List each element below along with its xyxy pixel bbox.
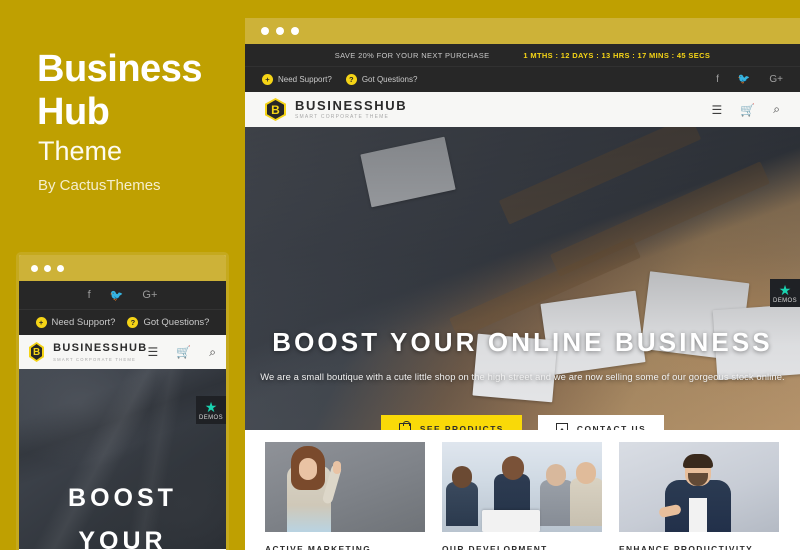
mobile-logo-text[interactable]: BUSINESSHUB SMART CORPORATE THEME xyxy=(53,342,147,362)
demos-badge[interactable]: ★ DEMOS xyxy=(196,396,226,424)
got-questions-label: Got Questions? xyxy=(361,75,418,84)
cart-icon[interactable]: 🛒 xyxy=(740,103,755,117)
mobile-mockup: f 🐦 G+ + Need Support? ? Got Questions? … xyxy=(16,252,229,550)
promo-title-line2: Hub xyxy=(37,91,110,133)
mobile-got-questions-link[interactable]: ? Got Questions? xyxy=(127,317,209,328)
shopping-bag-icon xyxy=(398,420,411,430)
mobile-need-support-label: Need Support? xyxy=(51,317,116,328)
feature-cards: ACTIVE MARKETING OUR DEVELOPMENT PROCESS xyxy=(245,430,800,550)
woman-pointing-photo xyxy=(265,442,425,532)
mobile-got-questions-label: Got Questions? xyxy=(143,317,210,328)
window-dot-minimize[interactable] xyxy=(276,27,284,35)
hero-subtitle: We are a small boutique with a cute litt… xyxy=(260,371,785,382)
hamburger-menu-icon[interactable]: ☰ xyxy=(712,103,723,117)
site-logo[interactable]: BUSINESSHUB SMART CORPORATE THEME xyxy=(295,99,407,120)
feature-card-title: ACTIVE MARKETING xyxy=(265,544,372,550)
question-icon: ? xyxy=(345,74,357,85)
contact-us-label: CONTACT US xyxy=(576,424,647,430)
need-support-link[interactable]: + Need Support? xyxy=(262,74,332,85)
see-products-label: SEE PRODUCTS xyxy=(419,424,504,430)
feature-card[interactable]: OUR DEVELOPMENT PROCESS xyxy=(442,442,602,550)
mobile-social-bar: f 🐦 G+ xyxy=(19,281,226,309)
feature-card[interactable]: ACTIVE MARKETING xyxy=(265,442,425,550)
window-dot-close[interactable] xyxy=(31,264,38,272)
promo-title-line1: Business xyxy=(37,48,202,90)
countdown-timer: 1 MTHS : 12 DAYS : 13 HRS : 17 MINS : 45… xyxy=(523,50,711,60)
feature-card-title: OUR DEVELOPMENT PROCESS xyxy=(442,544,548,550)
mobile-hero: ★ DEMOS BOOST YOUR xyxy=(19,369,226,550)
mobile-logo-tagline: SMART CORPORATE THEME xyxy=(53,357,136,362)
search-icon[interactable]: ⌕ xyxy=(209,345,216,360)
feature-card-title: ENHANCE PRODUCTIVITY xyxy=(619,544,754,550)
window-dot-minimize[interactable] xyxy=(44,264,51,272)
support-icon: + xyxy=(262,74,273,85)
browser-chrome xyxy=(245,16,800,44)
feature-card[interactable]: ENHANCE PRODUCTIVITY xyxy=(619,442,779,550)
mobile-navbar: B BUSINESSHUB SMART CORPORATE THEME ☰ 🛒 … xyxy=(19,335,226,369)
hero-overlay xyxy=(245,127,800,430)
facebook-icon[interactable]: f xyxy=(716,74,719,85)
twitter-icon[interactable]: 🐦 xyxy=(738,74,750,85)
hero-cta-group: SEE PRODUCTS CONTACT US xyxy=(245,415,800,430)
search-icon[interactable]: ⌕ xyxy=(773,102,780,117)
googleplus-icon[interactable]: G+ xyxy=(769,74,783,85)
mobile-hero-title-line2: YOUR xyxy=(78,527,167,550)
top-utility-bar: + Need Support? ? Got Questions? f 🐦 G+ xyxy=(245,66,800,92)
envelope-icon xyxy=(555,423,568,430)
hero-section: ★ DEMOS BOOST YOUR ONLINE BUSINESS We ar… xyxy=(245,127,800,430)
hamburger-menu-icon[interactable]: ☰ xyxy=(148,345,159,359)
window-dot-maximize[interactable] xyxy=(57,264,64,272)
support-links: + Need Support? ? Got Questions? xyxy=(262,74,417,85)
promo-offer-text: SAVE 20% FOR YOUR NEXT PURCHASE xyxy=(334,50,490,60)
window-dot-close[interactable] xyxy=(261,27,269,35)
mobile-nav-icons: ☰ 🛒 ⌕ xyxy=(148,345,216,360)
logo-mark-icon[interactable]: B xyxy=(29,342,45,362)
support-icon: + xyxy=(35,317,47,328)
got-questions-link[interactable]: ? Got Questions? xyxy=(345,74,418,85)
window-dot-maximize[interactable] xyxy=(291,27,299,35)
mobile-hero-title-line1: BOOST xyxy=(68,484,177,512)
star-icon: ★ xyxy=(204,399,218,415)
twitter-icon[interactable]: 🐦 xyxy=(110,289,124,302)
need-support-label: Need Support? xyxy=(278,75,332,84)
business-meeting-photo xyxy=(442,442,602,532)
contact-us-button[interactable]: CONTACT US xyxy=(537,415,665,430)
see-products-button[interactable]: SEE PRODUCTS xyxy=(380,415,522,430)
mobile-hero-title: BOOST YOUR xyxy=(19,477,226,550)
demos-badge[interactable]: ★ DEMOS xyxy=(770,279,800,307)
mobile-support-bar: + Need Support? ? Got Questions? xyxy=(19,309,226,335)
social-links: f 🐦 G+ xyxy=(716,74,783,85)
demos-badge-label: DEMOS xyxy=(198,415,223,421)
man-pointing-photo xyxy=(619,442,779,532)
mobile-browser-chrome xyxy=(19,255,226,281)
promo-subtitle: Theme xyxy=(38,136,123,166)
desktop-browser-mockup: SAVE 20% FOR YOUR NEXT PURCHASE 1 MTHS :… xyxy=(245,16,800,550)
mobile-need-support-link[interactable]: + Need Support? xyxy=(35,317,116,328)
countdown-bar: SAVE 20% FOR YOUR NEXT PURCHASE 1 MTHS :… xyxy=(245,44,800,66)
hero-title: BOOST YOUR ONLINE BUSINESS xyxy=(272,327,773,357)
logo-tagline: SMART CORPORATE THEME xyxy=(295,114,390,120)
demos-badge-label: DEMOS xyxy=(772,298,797,304)
question-icon: ? xyxy=(127,317,139,328)
mobile-logo-name: BUSINESSHUB xyxy=(53,342,148,354)
star-icon: ★ xyxy=(778,282,792,298)
facebook-icon[interactable]: f xyxy=(88,289,91,301)
googleplus-icon[interactable]: G+ xyxy=(142,289,157,301)
promo-author: By CactusThemes xyxy=(38,177,161,194)
logo-name: BUSINESSHUB xyxy=(295,98,408,113)
promo-title: Business Hub xyxy=(37,48,237,134)
logo-mark-icon[interactable]: B xyxy=(265,98,286,121)
site-navbar: B BUSINESSHUB SMART CORPORATE THEME ☰ 🛒 … xyxy=(245,92,800,127)
nav-icons: ☰ 🛒 ⌕ xyxy=(712,102,780,117)
cart-icon[interactable]: 🛒 xyxy=(176,345,191,359)
